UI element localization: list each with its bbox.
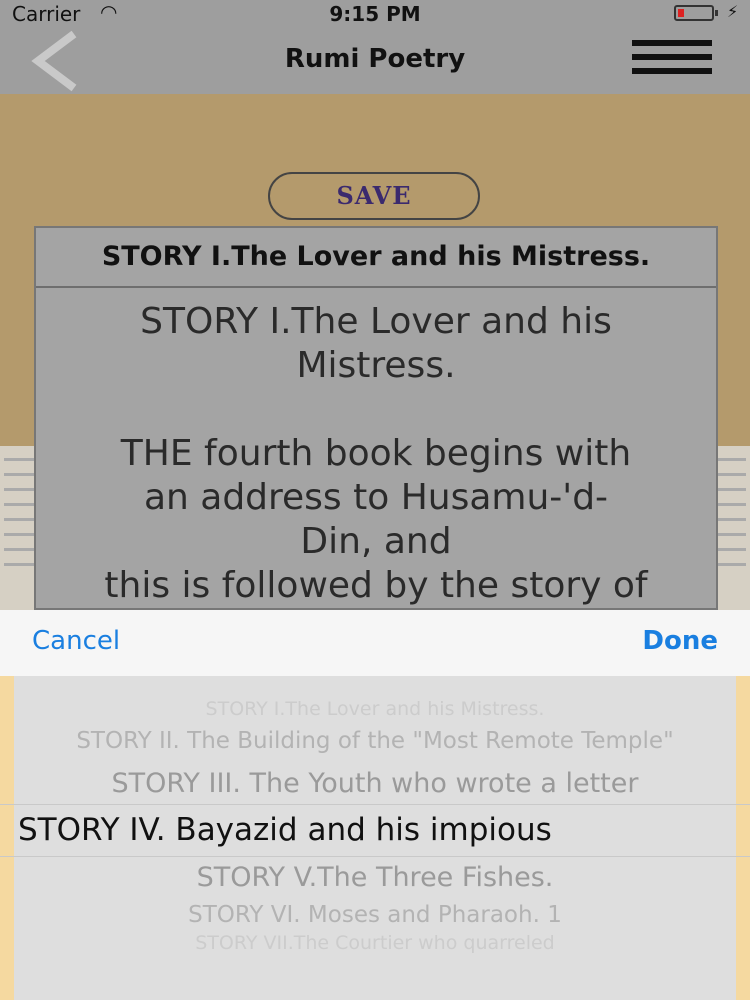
navigation-bar: Rumi Poetry xyxy=(0,28,750,94)
save-button[interactable]: SAVE xyxy=(268,172,480,220)
battery-tip xyxy=(715,10,718,16)
picker-option[interactable]: STORY I.The Lover and his Mistress. xyxy=(0,698,750,720)
picker-option[interactable]: STORY VII.The Courtier who quarreled xyxy=(0,932,750,954)
picker-toolbar: Cancel Done xyxy=(0,610,750,677)
story-text: STORY I.The Lover and his Mistress. THE … xyxy=(104,301,648,606)
hamburger-menu-icon[interactable] xyxy=(632,40,712,80)
picker-option[interactable]: STORY II. The Building of the "Most Remo… xyxy=(0,728,750,754)
charging-icon: ⚡ xyxy=(727,2,739,21)
story-picker[interactable]: STORY I.The Lover and his Mistress. STORY… xyxy=(0,676,750,1000)
status-bar: Carrier ◠ 9:15 PM ⚡ xyxy=(0,0,750,28)
status-time: 9:15 PM xyxy=(329,2,421,26)
story-panel: STORY I.The Lover and his Mistress. STOR… xyxy=(34,226,718,610)
selection-line-bottom xyxy=(0,856,750,857)
picker-option[interactable]: STORY V.The Three Fishes. xyxy=(0,862,750,893)
selection-line-top xyxy=(0,804,750,805)
cancel-button[interactable]: Cancel xyxy=(32,626,120,656)
picker-option[interactable]: STORY III. The Youth who wrote a letter xyxy=(0,768,750,799)
done-button[interactable]: Done xyxy=(642,626,718,656)
picker-option[interactable]: STORY VI. Moses and Pharaoh. 1 xyxy=(0,902,750,928)
picker-option[interactable]: STORY IV. Bayazid and his impious xyxy=(0,812,750,848)
story-title: STORY I.The Lover and his Mistress. xyxy=(36,228,716,288)
battery-icon xyxy=(674,5,714,21)
